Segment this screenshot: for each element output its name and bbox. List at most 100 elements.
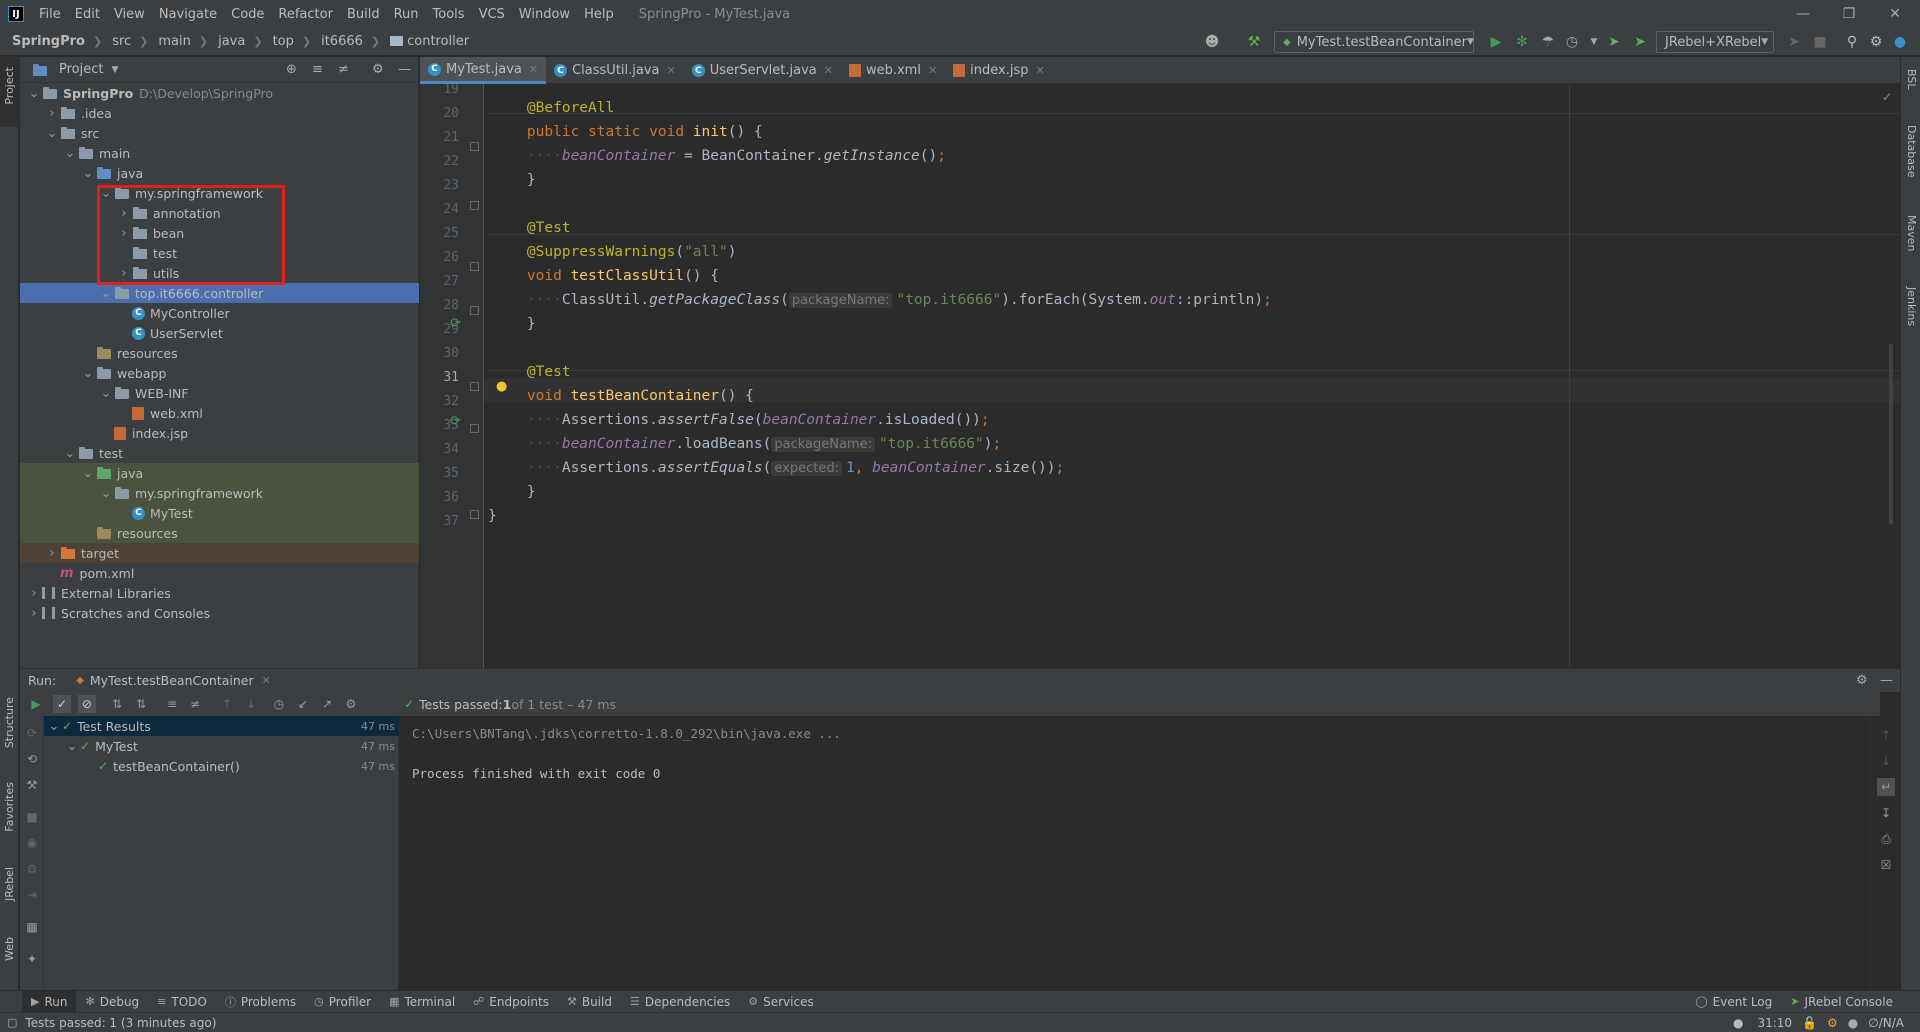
event-log-tool-tab[interactable]: ◯ Event Log xyxy=(1686,991,1781,1013)
tree-item[interactable]: resources xyxy=(20,343,419,363)
close-icon[interactable]: ✕ xyxy=(928,64,937,77)
rerun-failed-icon[interactable]: ⟳ xyxy=(23,724,41,742)
editor-tab[interactable]: C MyTest.java ✕ xyxy=(420,57,547,84)
sort-duration-icon[interactable]: ⇅ xyxy=(132,695,150,713)
console-output[interactable]: C:\Users\BNTang\.jdks\corretto-1.8.0_292… xyxy=(400,716,1870,990)
tree-item[interactable]: › External Libraries xyxy=(20,583,419,603)
toggle-autotest-icon[interactable]: ⟲ xyxy=(23,750,41,768)
gear-icon[interactable]: ⚙ xyxy=(372,62,384,77)
chevron-down-icon[interactable]: ⌄ xyxy=(80,166,96,181)
editor-scrollbar[interactable] xyxy=(1889,344,1893,524)
chevron-down-icon[interactable]: ⌄ xyxy=(80,366,96,381)
history-icon[interactable]: ◷ xyxy=(270,695,288,713)
jrebel-run-icon[interactable]: ➤ xyxy=(1604,32,1624,52)
tree-item[interactable]: › .idea xyxy=(20,103,419,123)
test-result-row[interactable]: ⌄ ✓ MyTest 47 ms xyxy=(44,736,399,756)
bsl-tool-tab[interactable]: BSL xyxy=(1905,69,1918,89)
tree-item[interactable]: C MyController xyxy=(20,303,419,323)
editor-tab[interactable]: C UserServlet.java ✕ xyxy=(684,57,841,84)
locate-icon[interactable]: ⊕ xyxy=(286,62,297,77)
tree-item[interactable]: web.xml xyxy=(20,403,419,423)
editor-tab[interactable]: web.xml ✕ xyxy=(841,57,945,84)
favorites-tool-tab[interactable]: Favorites xyxy=(3,782,16,832)
fold-marker[interactable] xyxy=(470,382,479,391)
tree-item[interactable]: › target xyxy=(20,543,419,563)
breadcrumb-main[interactable]: main xyxy=(148,34,192,49)
tree-item[interactable]: › Scratches and Consoles xyxy=(20,603,419,623)
wrench-icon[interactable]: ⚒ xyxy=(23,776,41,794)
chevron-down-icon[interactable]: ⌄ xyxy=(80,466,96,481)
fold-marker[interactable] xyxy=(470,142,479,151)
fold-marker[interactable] xyxy=(470,306,479,315)
trash-icon[interactable]: ☒ xyxy=(1877,856,1895,874)
chevron-down-icon[interactable]: ⌄ xyxy=(98,386,114,401)
project-tool-tab[interactable]: Project xyxy=(3,67,16,105)
tree-item[interactable]: ⌄ WEB-INF xyxy=(20,383,419,403)
profiler-tool-tab[interactable]: ◷ Profiler xyxy=(305,991,380,1013)
import-tests-icon[interactable]: ↙ xyxy=(294,695,312,713)
intellij-logo-icon[interactable]: IJ xyxy=(8,6,24,22)
fold-marker[interactable] xyxy=(470,201,479,210)
jrebel-status-icon[interactable]: ⚙ xyxy=(1827,1016,1838,1030)
tree-item[interactable]: ⌄ java xyxy=(20,463,419,483)
minimize-icon[interactable]: — xyxy=(1780,0,1826,28)
run-tool-tab[interactable]: ▶ Run xyxy=(22,990,77,1013)
breadcrumb-java[interactable]: java xyxy=(208,34,247,49)
stop-icon[interactable]: ■ xyxy=(23,808,41,826)
tree-item[interactable]: ⌄ top.it6666.controller xyxy=(20,283,419,303)
print-icon[interactable]: ⎙ xyxy=(1877,830,1895,848)
encoding-indicator[interactable]: ∅/N/A xyxy=(1868,1016,1904,1030)
lock-icon[interactable]: 🔓 xyxy=(1802,1016,1817,1030)
tree-item[interactable]: m pom.xml xyxy=(20,563,419,583)
chevron-down-icon[interactable]: ⌄ xyxy=(62,446,78,461)
sort-alpha-icon[interactable]: ⇅ xyxy=(108,695,126,713)
tree-item[interactable]: ⌄ my.springframework xyxy=(20,483,419,503)
pin-icon[interactable]: ✦ xyxy=(23,950,41,968)
chevron-down-icon[interactable]: ⌄ xyxy=(46,719,62,734)
close-icon[interactable]: ✕ xyxy=(529,63,538,76)
menu-build[interactable]: Build xyxy=(340,7,387,22)
editor-tab[interactable]: C ClassUtil.java ✕ xyxy=(546,57,684,84)
menu-file[interactable]: File xyxy=(32,7,68,22)
tree-item[interactable]: ⌄ main xyxy=(20,143,419,163)
tree-item[interactable]: ⌄ webapp xyxy=(20,363,419,383)
build-tool-tab[interactable]: ⚒ Build xyxy=(558,991,621,1013)
coverage-icon[interactable]: ☂ xyxy=(1538,32,1558,52)
expand-all-icon[interactable]: ≡ xyxy=(312,62,323,77)
camera-icon[interactable]: ◉ xyxy=(23,834,41,852)
gear-icon[interactable]: ⚙ xyxy=(1856,673,1868,688)
jrebel-update-icon[interactable]: ➤ xyxy=(1784,32,1804,52)
stop-icon[interactable]: ■ xyxy=(1810,32,1830,52)
run-test-gutter-icon[interactable]: ⟳ xyxy=(450,414,461,429)
profiler-icon[interactable]: ◷ xyxy=(1562,32,1582,52)
run-configuration-select[interactable]: ◆ MyTest.testBeanContainer ▼ xyxy=(1274,31,1474,53)
project-view-select[interactable]: Project xyxy=(59,62,103,77)
menu-window[interactable]: Window xyxy=(512,7,577,22)
chevron-down-icon[interactable]: ⌄ xyxy=(98,486,114,501)
tree-item[interactable]: ⌄ SpringPro D:\Develop\SpringPro xyxy=(20,83,419,103)
todo-tool-tab[interactable]: ≡ TODO xyxy=(148,991,216,1013)
breadcrumb-controller[interactable]: controller xyxy=(380,34,471,49)
build-hammer-icon[interactable]: ⚒ xyxy=(1244,32,1264,52)
run-test-gutter-icon[interactable]: ⟳ xyxy=(450,316,461,331)
tree-item[interactable]: C UserServlet xyxy=(20,323,419,343)
next-failed-icon[interactable]: ↓ xyxy=(242,695,260,713)
exit-icon[interactable]: ⇥ xyxy=(23,886,41,904)
collapse-all-icon[interactable]: ≠ xyxy=(186,695,204,713)
arrow-down-icon[interactable]: ↓ xyxy=(1877,752,1895,770)
breadcrumb-top[interactable]: top xyxy=(263,34,296,49)
status-message[interactable]: Tests passed: 1 (3 minutes ago) xyxy=(25,1016,216,1030)
editor-tab[interactable]: index.jsp ✕ xyxy=(945,57,1053,84)
test-result-row[interactable]: ⌄ ✓ Test Results 47 ms xyxy=(44,716,399,736)
scroll-to-end-icon[interactable]: ↧ xyxy=(1877,804,1895,822)
chevron-down-icon[interactable]: ⌄ xyxy=(44,126,60,141)
fold-marker[interactable] xyxy=(470,510,479,519)
web-tool-tab[interactable]: Web xyxy=(3,937,16,961)
chevron-down-icon[interactable]: ▼ xyxy=(1584,32,1604,52)
inspection-ok-icon[interactable]: ✓ xyxy=(1882,90,1892,104)
terminal-tool-tab[interactable]: ▦ Terminal xyxy=(380,991,464,1013)
toggle-tool-windows-icon[interactable]: ▢ xyxy=(7,1016,17,1029)
jrebel-console-tool-tab[interactable]: ➤ JRebel Console xyxy=(1781,991,1902,1013)
fold-marker[interactable] xyxy=(470,262,479,271)
hide-panel-icon[interactable]: — xyxy=(1880,673,1893,688)
